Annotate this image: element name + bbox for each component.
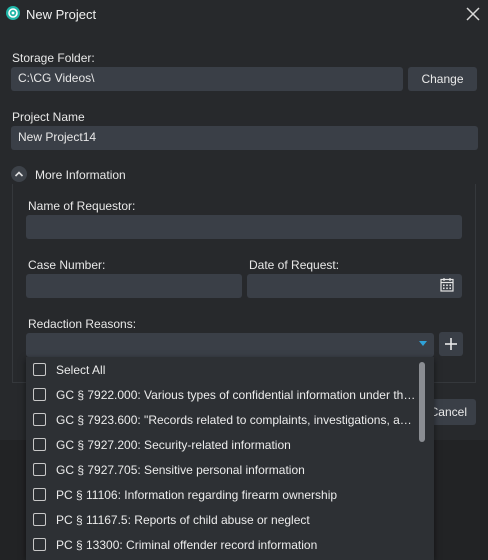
option-label: Select All [56,363,106,377]
scrollbar-thumb[interactable] [419,362,425,442]
title-bar: New Project [0,0,488,28]
more-info-label[interactable]: More Information [35,168,126,182]
checkbox[interactable] [33,488,46,501]
checkbox[interactable] [33,538,46,551]
window-title: New Project [26,7,97,22]
option-gc-7927-705[interactable]: GC § 7927.705: Sensitive personal inform… [26,458,422,483]
option-label: GC § 7927.200: Security-related informat… [56,438,291,452]
option-label: PC § 11167.5: Reports of child abuse or … [56,513,310,527]
option-pc-11167-5[interactable]: PC § 11167.5: Reports of child abuse or … [26,508,422,533]
option-gc-7927-200[interactable]: GC § 7927.200: Security-related informat… [26,433,422,458]
option-label: PC § 13300: Criminal offender record inf… [56,538,318,552]
chevron-down-icon[interactable] [419,341,427,346]
option-label: GC § 7922.000: Various types of confiden… [56,388,416,402]
logo-icon [6,6,20,20]
option-pc-13300[interactable]: PC § 13300: Criminal offender record inf… [26,533,422,558]
storage-folder-label: Storage Folder: [12,51,95,65]
option-gc-7923-600[interactable]: GC § 7923.600: "Records related to compl… [26,408,422,433]
checkbox[interactable] [33,388,46,401]
plus-icon [445,338,457,350]
redaction-reasons-dropdown: Select All GC § 7922.000: Various types … [26,357,434,560]
option-label: PC § 11106: Information regarding firear… [56,488,338,502]
calendar-icon[interactable] [440,277,454,292]
storage-folder-field[interactable]: C:\CG Videos\ [11,67,403,91]
chevron-up-icon [14,171,24,177]
project-name-label: Project Name [12,110,85,124]
close-icon[interactable] [464,5,482,23]
option-select-all[interactable]: Select All [26,358,422,383]
checkbox[interactable] [33,513,46,526]
date-of-request-field[interactable] [247,274,462,298]
option-pc-11106[interactable]: PC § 11106: Information regarding firear… [26,483,422,508]
case-number-label: Case Number: [28,258,106,272]
redaction-reasons-label: Redaction Reasons: [28,317,137,331]
checkbox[interactable] [33,438,46,451]
requestor-field[interactable] [26,215,462,239]
requestor-label: Name of Requestor: [28,199,136,213]
redaction-reasons-select[interactable] [26,333,434,357]
option-gc-7922-000[interactable]: GC § 7922.000: Various types of confiden… [26,383,422,408]
case-number-field[interactable] [26,274,242,298]
more-info-toggle[interactable] [11,166,27,182]
checkbox[interactable] [33,463,46,476]
date-of-request-label: Date of Request: [249,258,340,272]
option-label: GC § 7927.705: Sensitive personal inform… [56,463,305,477]
checkbox[interactable] [33,363,46,376]
change-button[interactable]: Change [408,67,477,91]
option-label: GC § 7923.600: "Records related to compl… [56,413,416,427]
checkbox[interactable] [33,413,46,426]
project-name-field[interactable]: New Project14 [11,126,478,150]
add-reason-button[interactable] [439,332,463,356]
